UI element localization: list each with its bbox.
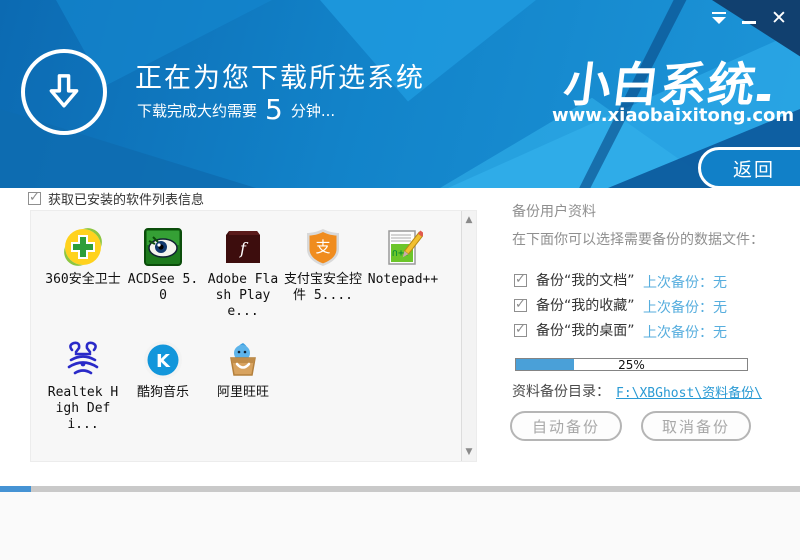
chevron-down-icon <box>712 12 726 24</box>
backup-panel-title: 备份用户资料 <box>512 204 596 220</box>
installed-software-panel: 360安全卫士 ACDSee 5.0 f Adobe Flash Playe..… <box>30 210 477 462</box>
backup-documents-checkbox[interactable]: 备份“我的文档” <box>514 270 635 290</box>
app-label: 360安全卫士 <box>45 272 121 287</box>
backup-progress-label: 25% <box>618 358 645 372</box>
eta-minutes: 5 <box>265 93 283 126</box>
backup-directory-label: 资料备份目录： <box>512 384 610 400</box>
app-item-acdsee[interactable]: ACDSee 5.0 <box>123 227 203 320</box>
checkbox-icon <box>28 190 41 205</box>
download-arrow-icon <box>49 74 79 108</box>
backup-directory-link[interactable]: F:\XBGhost\资料备份\ <box>616 382 762 401</box>
backup-desktop-checkbox[interactable]: 备份“我的桌面” <box>514 320 635 340</box>
app-label: 酷狗音乐 <box>136 385 189 400</box>
auto-backup-button[interactable]: 自动备份 <box>510 411 622 441</box>
brand-website: www.xiaobaixitong.com <box>552 105 795 126</box>
eta-text: 下载完成大约需要 5 分钟... <box>137 96 335 124</box>
checkbox-icon <box>514 322 527 337</box>
app-label: ACDSee 5.0 <box>127 272 199 303</box>
back-button[interactable]: 返回 <box>698 147 800 188</box>
kugou-music-icon: K <box>144 341 182 379</box>
logo-cursor-block <box>755 94 770 101</box>
status-bar: 下载状态： 正在下载 保存路径： F:\XBGhost\xiaobai_win7… <box>0 492 800 560</box>
get-software-list-checkbox[interactable]: 获取已安装的软件列表信息 <box>28 189 204 208</box>
download-badge <box>21 49 107 135</box>
app-item-aliwangwang[interactable]: 阿里旺旺 <box>203 340 283 433</box>
close-icon: ✕ <box>771 6 787 29</box>
minimize-icon <box>742 20 756 24</box>
header-banner: ✕ 正在为您下载所选系统 下载完成大约需要 5 分钟... 小白系统 www.x… <box>0 0 800 188</box>
backup-progress-bar: 25% <box>515 358 748 371</box>
app-label: Adobe Flash Playe... <box>207 272 279 319</box>
notepad-plus-plus-icon: ∩++ <box>388 230 423 265</box>
get-software-list-label: 获取已安装的软件列表信息 <box>48 193 205 208</box>
acdsee-eye-icon <box>144 228 182 266</box>
flash-player-icon: f <box>226 231 260 263</box>
app-window: ✕ 正在为您下载所选系统 下载完成大约需要 5 分钟... 小白系统 www.x… <box>0 0 800 560</box>
backup-panel-subtitle: 在下面你可以选择需要备份的数据文件： <box>512 232 764 248</box>
svg-text:支: 支 <box>315 238 330 256</box>
skin-menu-button[interactable] <box>708 8 730 28</box>
software-list-scrollbar[interactable]: ▲ ▼ <box>461 211 476 461</box>
app-label: 阿里旺旺 <box>216 385 269 400</box>
minimize-button[interactable] <box>738 8 760 28</box>
window-controls: ✕ <box>700 8 790 28</box>
backup-desktop-label: 备份“我的桌面” <box>536 323 635 339</box>
eta-prefix: 下载完成大约需要 <box>137 102 258 120</box>
360-security-icon <box>64 228 102 266</box>
app-item-adobe-flash[interactable]: f Adobe Flash Playe... <box>203 227 283 320</box>
checkbox-icon <box>514 297 527 312</box>
software-grid: 360安全卫士 ACDSee 5.0 f Adobe Flash Playe..… <box>43 227 443 433</box>
app-label: Notepad++ <box>367 272 439 287</box>
svg-text:K: K <box>156 351 171 372</box>
app-label: 支付宝安全控件 5.... <box>284 272 363 303</box>
backup-favorites-checkbox[interactable]: 备份“我的收藏” <box>514 295 635 315</box>
scroll-down-icon[interactable]: ▼ <box>462 447 476 457</box>
realtek-crab-icon <box>67 341 99 375</box>
app-label: Realtek High Defi... <box>47 385 119 432</box>
app-item-realtek-hd[interactable]: Realtek High Defi... <box>43 340 123 433</box>
last-backup-favorites[interactable]: 上次备份：无 <box>643 297 727 317</box>
aliwangwang-icon <box>230 343 256 376</box>
app-item-alipay-control[interactable]: 支 支付宝安全控件 5.... <box>283 227 363 320</box>
alipay-shield-icon: 支 <box>307 229 339 266</box>
backup-favorites-label: 备份“我的收藏” <box>536 298 635 314</box>
page-title: 正在为您下载所选系统 <box>135 63 425 94</box>
checkbox-icon <box>514 272 527 287</box>
app-item-360-security[interactable]: 360安全卫士 <box>43 227 123 320</box>
close-button[interactable]: ✕ <box>768 8 790 28</box>
last-backup-desktop[interactable]: 上次备份：无 <box>643 322 727 342</box>
backup-directory-row: 资料备份目录： F:\XBGhost\资料备份\ <box>512 381 762 401</box>
backup-documents-label: 备份“我的文档” <box>536 273 635 289</box>
last-backup-documents[interactable]: 上次备份：无 <box>643 272 727 292</box>
app-item-notepad-plus-plus[interactable]: ∩++ Notepad++ <box>363 227 443 320</box>
eta-suffix: 分钟... <box>290 102 336 120</box>
cancel-backup-button[interactable]: 取消备份 <box>641 411 751 441</box>
scroll-up-icon[interactable]: ▲ <box>462 215 476 225</box>
app-item-kugou-music[interactable]: K 酷狗音乐 <box>123 340 203 433</box>
